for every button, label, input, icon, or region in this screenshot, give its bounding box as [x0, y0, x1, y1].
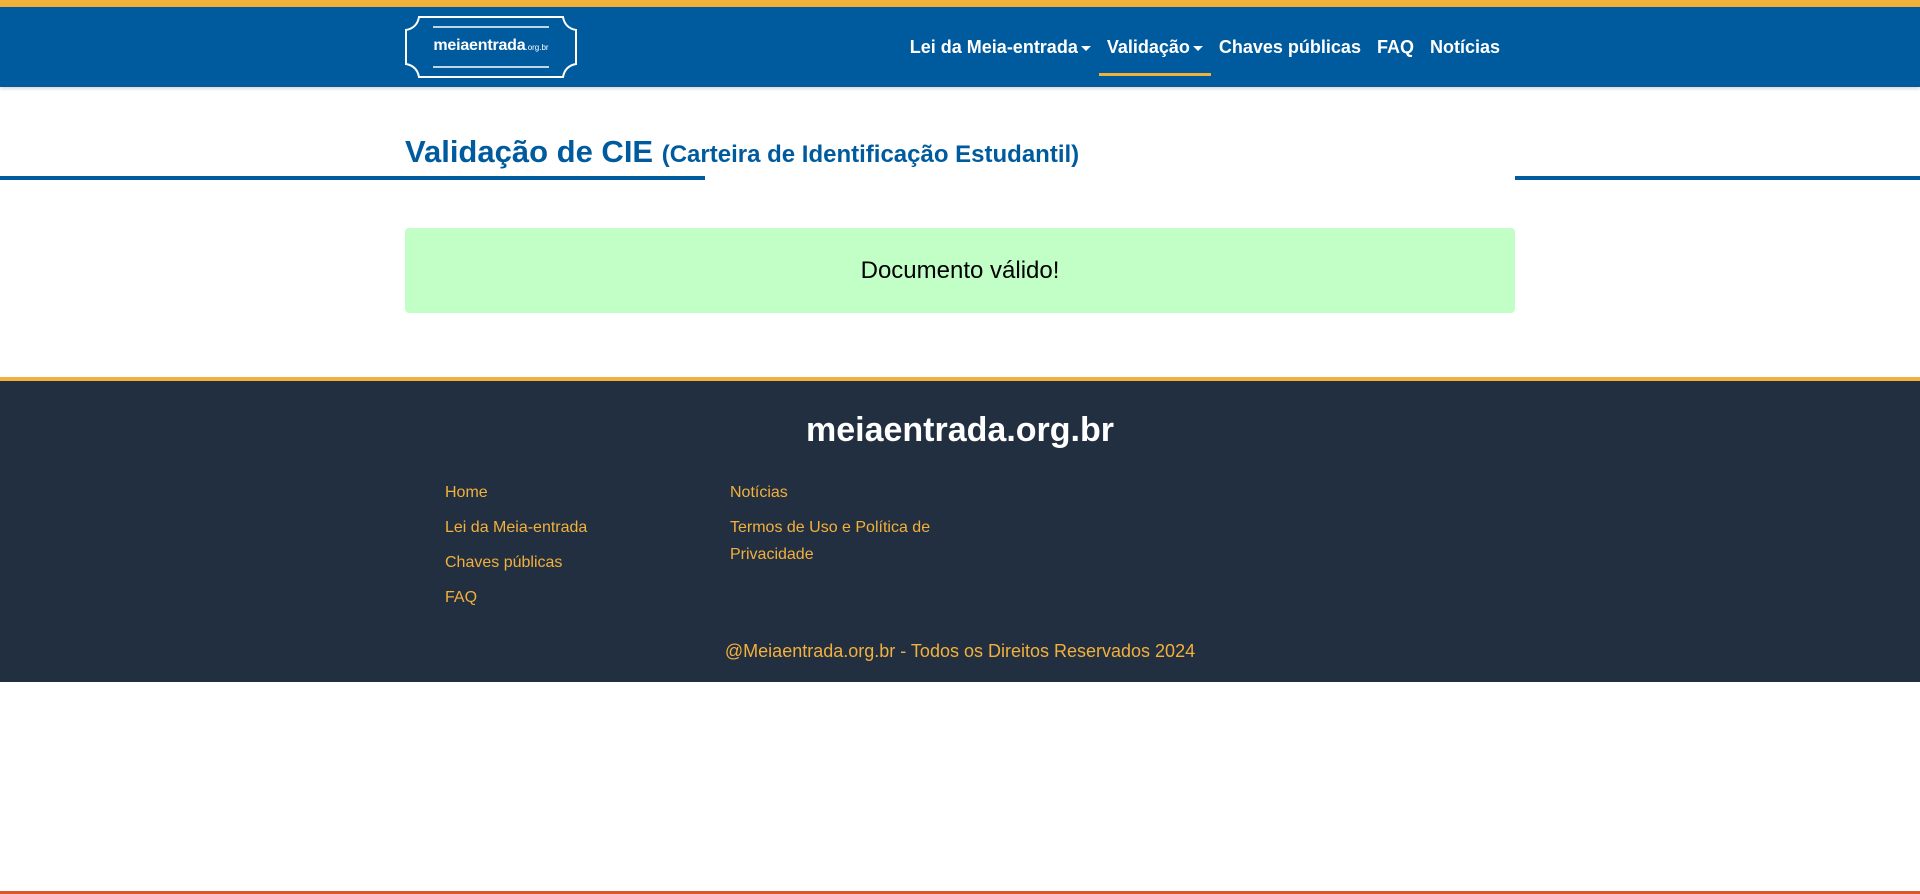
- footer-link-noticias[interactable]: Notícias: [730, 479, 950, 506]
- footer-link-lei-da-meia-entrada[interactable]: Lei da Meia-entrada: [445, 514, 587, 541]
- nav-validacao[interactable]: Validação: [1098, 7, 1211, 87]
- footer-links-column-2: Notícias Termos de Uso e Política de Pri…: [730, 479, 950, 576]
- title-underline-right: [1515, 176, 1920, 180]
- footer-links-column-1: Home Lei da Meia-entrada Chaves públicas…: [445, 479, 587, 619]
- footer-link-faq[interactable]: FAQ: [445, 584, 587, 611]
- nav-label: FAQ: [1376, 36, 1414, 57]
- footer-link-termos-de-uso[interactable]: Termos de Uso e Política de Privacidade: [730, 514, 950, 568]
- nav-lei-da-meia-entrada[interactable]: Lei da Meia-entrada: [902, 7, 1099, 87]
- footer: meiaentrada.org.br Home Lei da Meia-entr…: [0, 381, 1920, 682]
- site-logo[interactable]: meiaentrada.org.br: [405, 16, 577, 78]
- validation-result-alert: Documento válido!: [405, 228, 1515, 313]
- navbar: meiaentrada.org.br Lei da Meia-entrada V…: [0, 7, 1920, 87]
- nav-label: Validação: [1106, 36, 1190, 57]
- nav-label: Lei da Meia-entrada: [909, 36, 1078, 57]
- caret-down-icon: [1192, 45, 1203, 51]
- logo-wordmark: meiaentrada.org.br: [405, 37, 577, 55]
- top-accent-stripe: [0, 0, 1920, 7]
- nav-chaves-publicas[interactable]: Chaves públicas: [1211, 7, 1369, 87]
- nav-label: Notícias: [1429, 36, 1500, 57]
- footer-link-chaves-publicas[interactable]: Chaves públicas: [445, 549, 587, 576]
- page-title: Validação de CIE (Carteira de Identifica…: [405, 134, 1079, 170]
- nav-label: Chaves públicas: [1218, 36, 1361, 57]
- nav-noticias[interactable]: Notícias: [1422, 7, 1508, 87]
- logo-suffix: .org.br: [525, 43, 549, 52]
- title-underline-left: [0, 176, 705, 180]
- nav-faq[interactable]: FAQ: [1369, 7, 1422, 87]
- page-subtitle: (Carteira de Identificação Estudantil): [661, 141, 1080, 168]
- footer-title: meiaentrada.org.br: [806, 411, 1114, 449]
- copyright-text: @Meiaentrada.org.br - Todos os Direitos …: [724, 641, 1196, 661]
- page-title-main: Validação de CIE: [405, 134, 654, 169]
- footer-link-home[interactable]: Home: [445, 479, 587, 506]
- main-nav: Lei da Meia-entrada Validação Chaves púb…: [902, 7, 1508, 87]
- logo-text: meiaentrada: [433, 37, 526, 54]
- alert-message: Documento válido!: [860, 256, 1060, 284]
- page-title-section: Validação de CIE (Carteira de Identifica…: [0, 128, 1920, 188]
- caret-down-icon: [1080, 45, 1091, 51]
